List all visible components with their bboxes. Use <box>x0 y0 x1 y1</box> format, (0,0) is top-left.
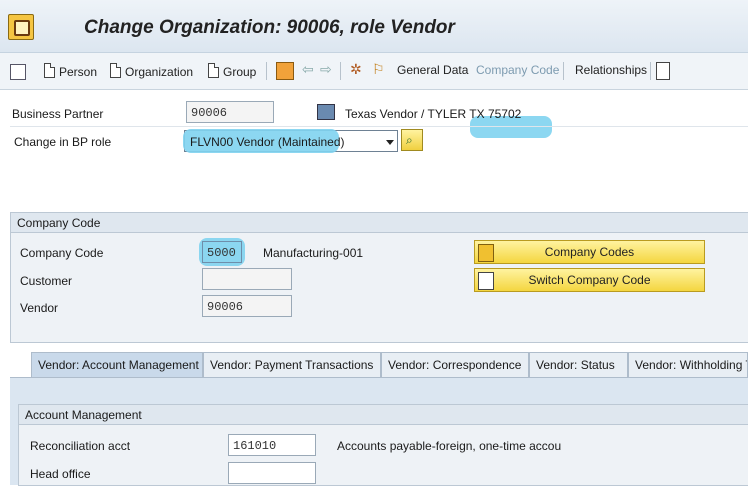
bp-role-value: FLVN00 Vendor (Maintained) <box>190 135 345 149</box>
folder-icon[interactable] <box>276 62 294 80</box>
reconciliation-account-label: Reconciliation acct <box>30 439 131 453</box>
tab-status[interactable]: Vendor: Status <box>529 352 628 378</box>
customer-label: Customer <box>20 274 73 288</box>
document-icon <box>44 63 55 78</box>
separator <box>563 62 564 80</box>
company-code-field[interactable]: 5000 <box>202 241 242 263</box>
reconciliation-account-description: Accounts payable-foreign, one-time accou <box>337 439 562 453</box>
chevron-down-icon[interactable] <box>386 140 394 145</box>
company-codes-button[interactable]: Company Codes <box>474 240 705 264</box>
application-toolbar: Person Organization Group ⇦ ⇨ ✲ ⚐ Genera… <box>0 53 748 138</box>
factory-icon <box>317 104 335 120</box>
separator <box>340 62 341 80</box>
hierarchy-icon[interactable]: ⚐ <box>372 61 385 78</box>
separator <box>650 62 651 80</box>
vendor-label: Vendor <box>20 301 59 315</box>
change-role-button[interactable]: ⌕ <box>401 129 423 151</box>
relationships-button[interactable]: Relationships <box>575 63 647 77</box>
toggle-screen-icon[interactable] <box>10 64 26 80</box>
company-code-label: Company Code <box>20 246 104 260</box>
document-icon <box>208 63 219 78</box>
app-icon <box>8 14 34 40</box>
group-button[interactable]: Group <box>208 63 256 79</box>
reconciliation-account-field[interactable]: 161010 <box>228 434 316 456</box>
tab-correspondence[interactable]: Vendor: Correspondence <box>381 352 529 378</box>
customer-field[interactable] <box>202 268 292 290</box>
list-icon <box>478 244 494 262</box>
where-used-icon[interactable]: ✲ <box>350 61 362 78</box>
clipboard-icon[interactable] <box>656 62 670 80</box>
document-icon <box>110 63 121 78</box>
bp-role-label: Change in BP role <box>14 135 112 149</box>
business-partner-description: Texas Vendor / TYLER TX 75702 <box>345 107 522 121</box>
magnifier-icon: ⌕ <box>406 133 413 147</box>
head-office-label: Head office <box>30 467 91 481</box>
company-code-description: Manufacturing-001 <box>263 246 364 260</box>
organization-button[interactable]: Organization <box>110 63 193 79</box>
page-title: Change Organization: 90006, role Vendor <box>84 17 455 38</box>
divider <box>10 126 748 127</box>
switch-company-code-button[interactable]: Switch Company Code <box>474 268 705 292</box>
business-partner-label: Business Partner <box>12 107 104 121</box>
vendor-field[interactable]: 90006 <box>202 295 292 317</box>
tab-withholding-tax[interactable]: Vendor: Withholding T <box>628 352 748 378</box>
account-management-panel-title: Account Management <box>19 405 748 425</box>
arrow-left-icon[interactable]: ⇦ <box>302 61 314 78</box>
company-code-button[interactable]: Company Code <box>476 63 559 77</box>
arrow-right-icon[interactable]: ⇨ <box>320 61 332 78</box>
head-office-field[interactable] <box>228 462 316 484</box>
business-partner-field[interactable]: 90006 <box>186 101 274 123</box>
company-code-panel-title: Company Code <box>11 213 748 233</box>
separator <box>266 62 267 80</box>
person-button[interactable]: Person <box>44 63 97 79</box>
document-icon <box>478 272 494 290</box>
tab-payment-transactions[interactable]: Vendor: Payment Transactions <box>203 352 381 378</box>
general-data-button[interactable]: General Data <box>397 63 468 77</box>
tab-account-management[interactable]: Vendor: Account Management <box>31 352 203 378</box>
